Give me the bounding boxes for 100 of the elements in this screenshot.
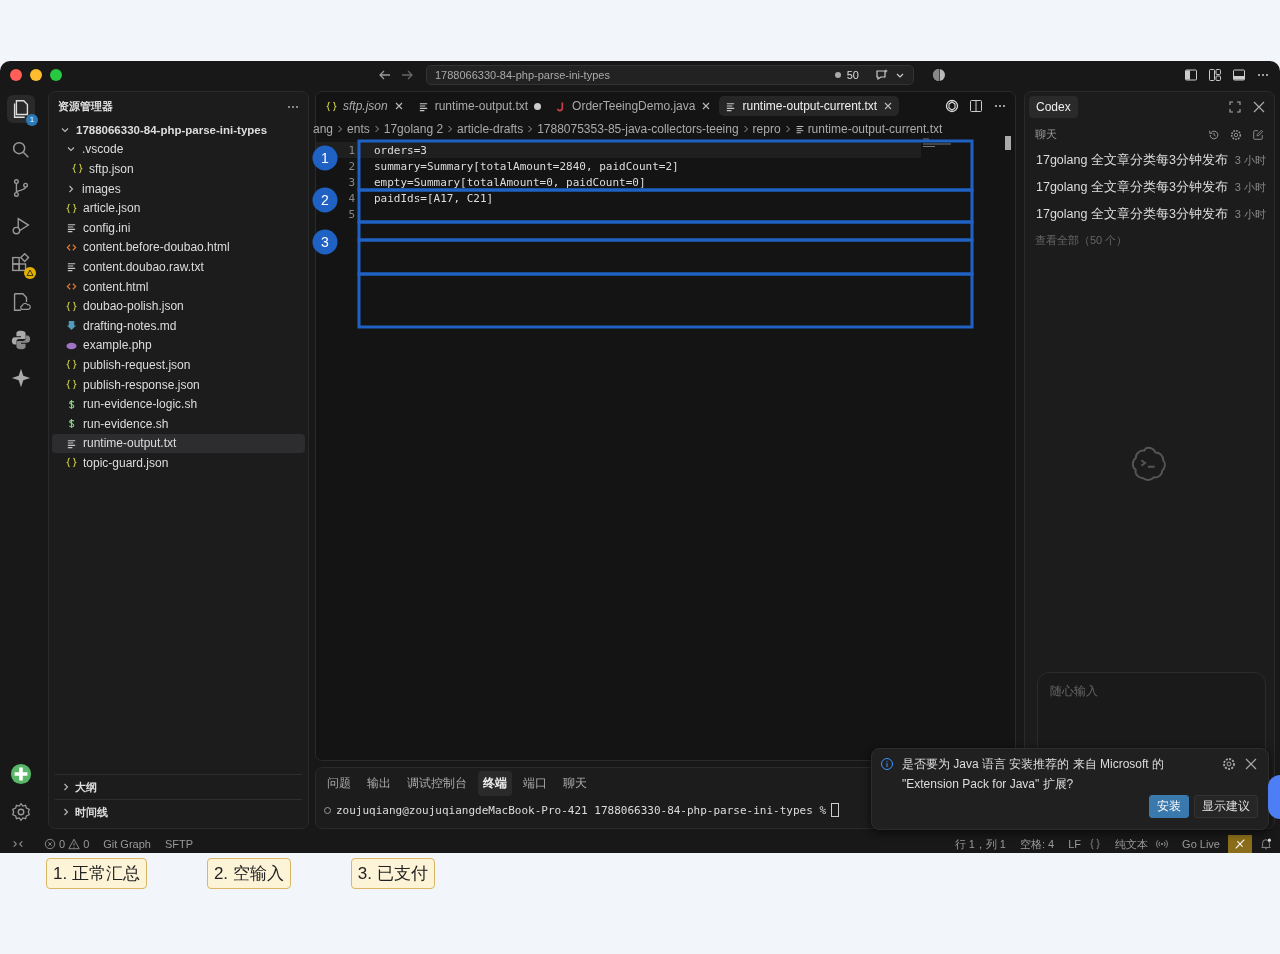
editor-tab[interactable]: sftp.json <box>320 96 410 116</box>
file-tree-item[interactable]: publish-response.json <box>52 374 305 395</box>
file-tree-item[interactable]: doubao-polish.json <box>52 296 305 316</box>
panel-tab[interactable]: 端口 <box>518 771 552 796</box>
chat-thread-item[interactable]: 17golang 全文章分类每3分钟发布 3 小时 <box>1029 201 1266 228</box>
file-tree-item[interactable]: 1788066330-84-php-parse-ini-types <box>52 120 305 140</box>
file-tree-item[interactable]: content.html <box>52 276 305 297</box>
line-number: 2 <box>347 159 355 173</box>
breadcrumb-item[interactable]: repro <box>752 122 781 136</box>
split-editor-icon[interactable] <box>969 99 983 113</box>
step-caption: 3. 已支付 <box>350 858 435 889</box>
forward-arrow-icon[interactable] <box>400 68 414 82</box>
toggle-panel-icon[interactable] <box>1232 68 1246 82</box>
file-tree-item[interactable]: .vscode <box>52 139 305 160</box>
settings-icon[interactable] <box>1230 128 1242 141</box>
problems-status[interactable]: 0 0 <box>44 838 90 850</box>
panel-tab[interactable]: 终端 <box>478 771 512 796</box>
file-tree-item[interactable]: article.json <box>52 198 305 218</box>
warning-icon <box>68 838 81 850</box>
chevron-icon <box>526 124 535 134</box>
line-number: 5 <box>347 207 355 221</box>
remote-icon[interactable] <box>12 838 24 850</box>
status-item[interactable]: 行 1，列 1 <box>954 836 1006 852</box>
status-item[interactable]: LF <box>1068 838 1082 850</box>
line-number: 4 <box>347 191 355 205</box>
file-tree-item[interactable]: content.doubao.raw.txt <box>52 257 305 277</box>
json-file-icon <box>326 100 337 112</box>
editor-tab[interactable]: runtime-output-current.txt <box>719 96 900 116</box>
chevron-icon <box>336 124 345 134</box>
chat-thread-item[interactable]: 17golang 全文章分类每3分钟发布 3 小时 <box>1029 147 1266 174</box>
status-item[interactable]: SFTP <box>164 838 194 850</box>
file-tree-item[interactable]: run-evidence-logic.sh <box>52 394 305 414</box>
bell-icon[interactable] <box>1260 838 1272 850</box>
file-tree-item[interactable]: runtime-output.txt <box>52 433 305 454</box>
editor-tab[interactable]: runtime-output.txt <box>411 96 548 116</box>
breadcrumb-item[interactable]: ents <box>347 122 370 136</box>
chevron-icon <box>446 124 455 134</box>
file-tree-item[interactable]: topic-guard.json <box>52 453 305 473</box>
close-icon[interactable] <box>1244 757 1258 771</box>
panel-tab[interactable]: 调试控制台 <box>402 771 472 796</box>
layout-icon[interactable] <box>1208 68 1222 82</box>
info-icon <box>880 757 894 771</box>
toggle-sidebar-icon[interactable] <box>1184 68 1198 82</box>
chevron-icon <box>372 124 381 134</box>
command-center[interactable]: 1788066330-84-php-parse-ini-types 50 <box>426 65 914 85</box>
account-icon[interactable] <box>932 68 946 82</box>
chevron-icon <box>61 807 71 817</box>
notification-button[interactable]: 安装 <box>1149 795 1189 818</box>
breadcrumb-item[interactable]: ang <box>313 122 334 136</box>
language-status[interactable]: 纯文本 <box>1115 836 1149 852</box>
code-line: orders=3 <box>374 143 427 157</box>
file-tree-item[interactable]: example.php <box>52 335 305 356</box>
chat-sparkle-icon <box>875 68 889 82</box>
file-tree-item[interactable]: content.before-doubao.html <box>52 237 305 258</box>
back-arrow-icon[interactable] <box>378 68 392 82</box>
status-item[interactable]: Git Graph <box>103 838 151 850</box>
notification-button[interactable]: 显示建议 <box>1194 795 1258 818</box>
close-icon[interactable] <box>883 101 894 111</box>
close-icon[interactable] <box>393 101 404 111</box>
status-item[interactable]: 空格: 4 <box>1020 836 1055 852</box>
close-icon[interactable] <box>1252 100 1266 114</box>
panel-tab[interactable]: 输出 <box>362 771 396 796</box>
html-file-icon <box>66 281 77 293</box>
panel-tab[interactable]: 聊天 <box>558 771 592 796</box>
close-icon[interactable] <box>701 101 712 111</box>
chat-thread-item[interactable]: 17golang 全文章分类每3分钟发布 3 小时 <box>1029 174 1266 201</box>
extension-status-button[interactable] <box>1228 835 1252 853</box>
file-tree-item[interactable]: run-evidence.sh <box>52 413 305 434</box>
settings-icon[interactable] <box>10 801 32 823</box>
collapsed-section[interactable]: 大纲 <box>55 774 302 799</box>
go-live-status[interactable]: Go Live <box>1182 838 1220 850</box>
minimize-window-button[interactable] <box>30 69 42 81</box>
file-tree-item[interactable]: config.ini <box>52 217 305 238</box>
sparkle-icon[interactable] <box>10 367 32 389</box>
avatar-icon[interactable] <box>10 763 32 785</box>
section-title: 聊天 <box>1035 127 1057 142</box>
close-window-button[interactable] <box>10 69 22 81</box>
file-tree-item[interactable]: sftp.json <box>52 159 305 179</box>
json-file-icon <box>66 379 77 390</box>
run-debug-icon[interactable] <box>10 215 32 237</box>
sh-file-icon <box>66 398 77 410</box>
history-icon[interactable] <box>1208 128 1220 141</box>
expand-icon[interactable] <box>1228 100 1242 114</box>
panel-tab[interactable]: 问题 <box>322 771 356 796</box>
text-file-icon <box>794 124 805 134</box>
collapsed-section[interactable]: 时间线 <box>55 799 302 824</box>
search-icon[interactable] <box>10 139 32 161</box>
python-icon[interactable] <box>10 329 32 351</box>
file-tree-item[interactable]: images <box>52 178 305 199</box>
breadcrumb-item[interactable]: article-drafts <box>457 122 524 136</box>
zoom-window-button[interactable] <box>50 69 62 81</box>
breadcrumb-item[interactable]: 17golang 2 <box>383 122 444 136</box>
breadcrumb-item[interactable]: 1788075353-85-java-collectors-teeing <box>537 122 739 136</box>
editor-tab[interactable]: OrderTeeingDemo.java <box>549 96 718 116</box>
edit-icon[interactable] <box>1252 128 1264 141</box>
file-tree-item[interactable]: drafting-notes.md <box>52 315 305 336</box>
panel-tab[interactable]: Codex <box>1029 96 1078 118</box>
settings-icon[interactable] <box>1222 757 1236 771</box>
file-tree-item[interactable]: publish-request.json <box>52 355 305 375</box>
breadcrumb-item[interactable]: runtime-output-current.txt <box>807 122 943 136</box>
